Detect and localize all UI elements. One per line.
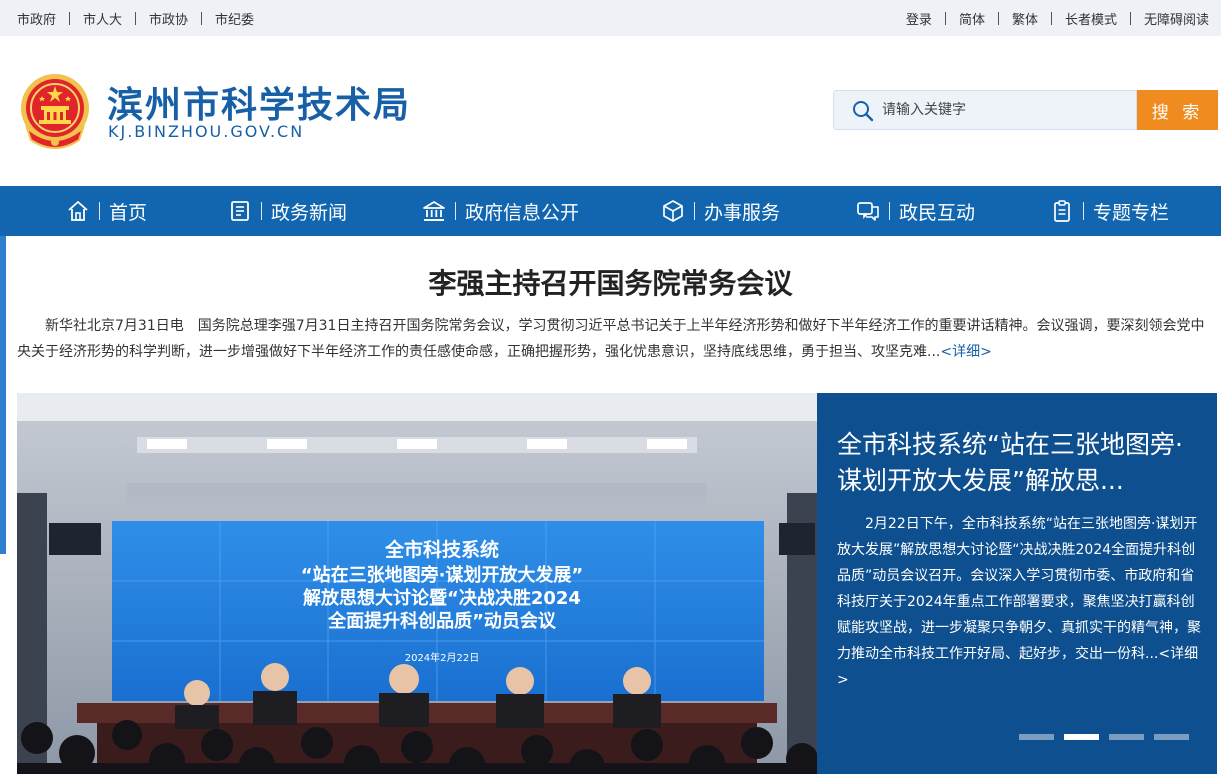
divider: [997, 12, 999, 25]
slide-title[interactable]: 全市科技系统“站在三张地图旁·谋划开放大发展”解放思...: [837, 427, 1202, 499]
related-sites-links: 市政府 市人大 市政协 市纪委: [17, 9, 254, 28]
nav-divider: [889, 202, 890, 220]
headline-title[interactable]: 李强主持召开国务院常务会议: [0, 262, 1221, 302]
search-bar: 搜 索: [833, 90, 1218, 130]
screen-line-3: 解放思想大讨论暨“决战决胜2024: [303, 587, 581, 609]
nav-item-label: 政务新闻: [271, 201, 348, 224]
slide-caption-panel: 全市科技系统“站在三张地图旁·谋划开放大发展”解放思... 2月22日下午，全市…: [817, 393, 1217, 774]
slider-pagination: [1019, 734, 1199, 740]
utility-bar: 市政府 市人大 市政协 市纪委 登录 简体 繁体 长者模式 无障碍阅读: [0, 0, 1221, 36]
news-slider: 全市科技系统 “站在三张地图旁·谋划开放大发展” 解放思想大讨论暨“决战决胜20…: [17, 393, 1217, 774]
national-emblem-icon[interactable]: [17, 70, 93, 152]
screen-line-2: “站在三张地图旁·谋划开放大发展”: [301, 564, 584, 586]
service-cube-icon: [663, 200, 683, 222]
slide-photo[interactable]: 全市科技系统 “站在三张地图旁·谋划开放大发展” 解放思想大讨论暨“决战决胜20…: [17, 393, 817, 774]
nav-item-news[interactable]: 政务新闻: [228, 186, 347, 236]
search-button[interactable]: 搜 索: [1137, 90, 1218, 130]
headline-summary-text: 新华社北京7月31日电 国务院总理李强7月31日主持召开国务院常务会议，学习贯彻…: [17, 318, 1205, 360]
nav-divider: [1083, 202, 1084, 220]
news-icon: [231, 201, 249, 221]
search-input[interactable]: [882, 91, 1132, 129]
nav-item-special-topics[interactable]: 专题专栏: [1050, 186, 1169, 236]
search-box: [833, 90, 1137, 130]
nav-item-label: 办事服务: [704, 201, 781, 224]
nav-item-services[interactable]: 办事服务: [661, 186, 780, 236]
login-link[interactable]: 登录: [906, 9, 932, 28]
home-icon: [68, 201, 88, 221]
site-header: 滨州市科学技术局 KJ.BINZHOU.GOV.CN 搜 索: [0, 36, 1221, 186]
site-domain: KJ.BINZHOU.GOV.CN: [108, 122, 305, 141]
divider: [135, 12, 137, 25]
link-city-cppcc[interactable]: 市政协: [149, 9, 188, 28]
screen-date: 2024年2月22日: [405, 651, 480, 664]
nav-item-label: 政民互动: [899, 201, 976, 224]
meeting-photo: 全市科技系统 “站在三张地图旁·谋划开放大发展” 解放思想大讨论暨“决战决胜20…: [17, 393, 817, 774]
slider-dot-1[interactable]: [1019, 734, 1054, 740]
main-navigation: 首页 政务新闻 政府信息公开 办事服务 政民互动 专题专栏: [0, 186, 1221, 236]
link-city-congress[interactable]: 市人大: [83, 9, 122, 28]
nav-divider: [694, 202, 695, 220]
traditional-chinese-link[interactable]: 繁体: [1012, 9, 1038, 28]
clipboard-icon: [1054, 200, 1070, 222]
nav-item-label: 专题专栏: [1093, 201, 1170, 224]
nav-item-gov-info[interactable]: 政府信息公开: [422, 186, 579, 236]
search-icon: [853, 101, 874, 122]
nav-item-label: 政府信息公开: [465, 201, 580, 224]
screen-line-1: 全市科技系统: [384, 538, 499, 561]
nav-item-label: 首页: [109, 201, 148, 224]
screen-line-4: 全面提升科创品质”动员会议: [327, 610, 557, 632]
slider-dot-3[interactable]: [1109, 734, 1144, 740]
nav-divider: [261, 202, 262, 220]
divider: [1129, 12, 1131, 25]
accessibility-reading-link[interactable]: 无障碍阅读: [1144, 9, 1209, 28]
site-title[interactable]: 滨州市科学技术局: [107, 76, 411, 128]
divider: [1050, 12, 1052, 25]
headline-summary: 新华社北京7月31日电 国务院总理李强7月31日主持召开国务院常务会议，学习贯彻…: [17, 313, 1212, 365]
simplified-chinese-link[interactable]: 简体: [959, 9, 985, 28]
divider: [944, 12, 946, 25]
divider: [69, 12, 71, 25]
link-city-government[interactable]: 市政府: [17, 9, 56, 28]
link-city-discipline[interactable]: 市纪委: [215, 9, 254, 28]
chat-icon: [857, 202, 879, 221]
divider: [201, 12, 203, 25]
user-tools: 登录 简体 繁体 长者模式 无障碍阅读: [906, 9, 1209, 28]
nav-item-interaction[interactable]: 政民互动: [856, 186, 975, 236]
slider-dot-2[interactable]: [1064, 734, 1099, 740]
nav-divider: [99, 202, 100, 220]
slide-summary: 2月22日下午，全市科技系统“站在三张地图旁·谋划开放大发展”解放思想大讨论暨“…: [837, 511, 1202, 693]
nav-divider: [455, 202, 456, 220]
nav-item-home[interactable]: 首页: [66, 186, 147, 236]
slide-summary-text: 2月22日下午，全市科技系统“站在三张地图旁·谋划开放大发展”解放思想大讨论暨“…: [837, 516, 1201, 662]
elderly-mode-link[interactable]: 长者模式: [1065, 9, 1117, 28]
government-building-icon: [423, 201, 445, 221]
slider-dot-4[interactable]: [1154, 734, 1189, 740]
headline-more-link[interactable]: <详细>: [940, 344, 991, 360]
